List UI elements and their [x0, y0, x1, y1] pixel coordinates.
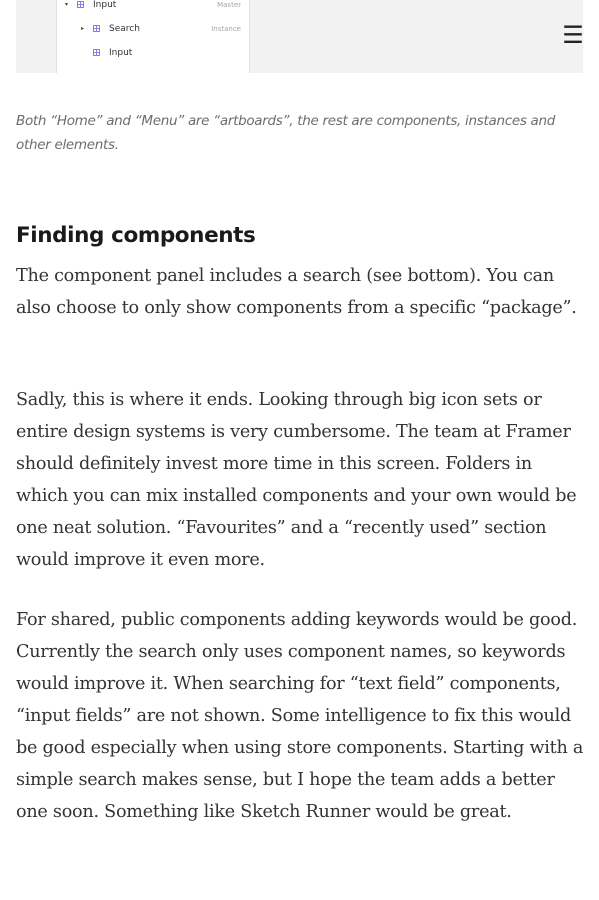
layer-row: ▸ Search Instance [57, 22, 249, 36]
expand-arrow-icon: ▸ [81, 25, 85, 32]
hamburger-menu-icon[interactable]: ☰ [562, 23, 584, 47]
section-heading: Finding components [16, 223, 256, 248]
layer-tag: Instance [211, 25, 241, 33]
figure-caption: Both “Home” and “Menu” are “artboards”, … [16, 112, 556, 153]
layer-name: Search [109, 24, 140, 34]
layer-row: Input [57, 46, 249, 60]
body-paragraph: The component panel includes a search (s… [16, 266, 577, 318]
component-icon [77, 1, 84, 8]
layers-panel-screenshot: ▾ Input Master ▸ Search Instance Input [16, 0, 583, 73]
layer-name: Input [93, 0, 117, 10]
layer-row: ▾ Input Master [57, 0, 249, 12]
layer-name: Input [109, 48, 133, 58]
body-paragraph: For shared, public components adding key… [16, 610, 584, 822]
layer-tag: Master [217, 1, 241, 9]
layers-list: ▾ Input Master ▸ Search Instance Input [56, 0, 250, 73]
component-icon [93, 49, 100, 56]
component-icon [93, 25, 100, 32]
body-paragraph: Sadly, this is where it ends. Looking th… [16, 390, 577, 570]
expand-arrow-icon: ▾ [65, 1, 69, 8]
